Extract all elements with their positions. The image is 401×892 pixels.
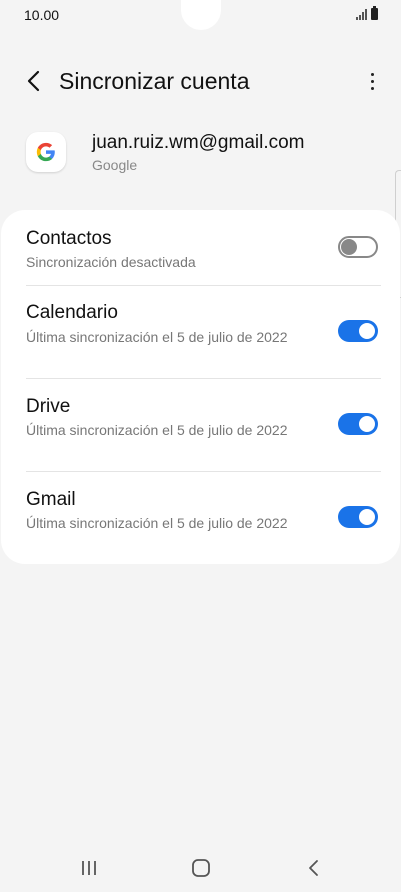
app-header: Sincronizar cuenta [0,56,401,106]
account-type: Google [92,157,138,173]
sync-toggle-drive[interactable] [338,413,378,435]
sync-item-drive[interactable]: Drive Última sincronización el 5 de juli… [26,394,378,486]
screen: 10.00 Sincronizar cuenta juan.ruiz.wm@gm… [0,0,401,892]
sync-toggle-calendario[interactable] [338,320,378,342]
sync-item-subtitle: Sincronización desactivada [26,254,196,270]
divider [26,285,381,286]
divider [26,378,381,379]
account-header: juan.ruiz.wm@gmail.com Google [26,128,376,178]
status-bar: 10.00 [0,0,401,30]
status-icons [356,6,378,20]
more-options-button[interactable] [365,68,379,94]
account-email: juan.ruiz.wm@gmail.com [92,132,305,153]
sync-item-title: Gmail [26,489,76,510]
divider [26,471,381,472]
sync-items-card: Contactos Sincronización desactivada Cal… [1,210,400,564]
home-button[interactable] [181,852,221,884]
battery-icon [371,6,378,20]
sync-item-title: Calendario [26,302,118,323]
back-icon [309,860,318,876]
status-time: 10.00 [24,7,60,23]
nav-back-button[interactable] [294,852,334,884]
signal-icon [356,8,367,20]
sync-toggle-contactos[interactable] [338,236,378,258]
home-icon [192,859,210,877]
recents-icon [82,861,96,875]
sync-item-title: Contactos [26,228,112,249]
page-title: Sincronizar cuenta [59,68,250,94]
sync-item-subtitle: Última sincronización el 5 de julio de 2… [26,329,288,345]
sync-toggle-gmail[interactable] [338,506,378,528]
recents-button[interactable] [69,852,109,884]
back-button[interactable] [20,66,50,96]
sync-item-subtitle: Última sincronización el 5 de julio de 2… [26,515,288,531]
camera-notch [181,0,221,30]
more-vert-icon [370,72,374,76]
sync-item-title: Drive [26,396,71,417]
sync-item-subtitle: Última sincronización el 5 de julio de 2… [26,422,288,438]
google-logo-icon [26,132,66,172]
back-arrow-icon [27,70,40,92]
navigation-bar [0,842,401,892]
sync-item-gmail[interactable]: Gmail Última sincronización el 5 de juli… [26,487,378,579]
